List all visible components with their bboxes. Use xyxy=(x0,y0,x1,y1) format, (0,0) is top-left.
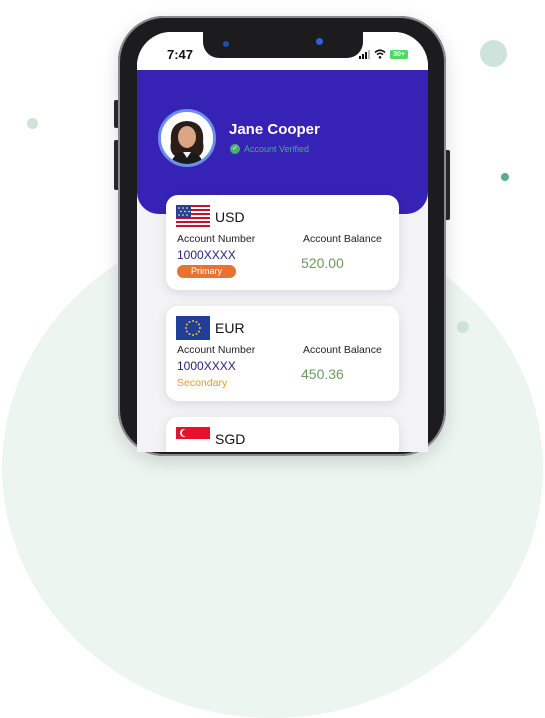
status-icons: 30+ xyxy=(359,48,408,60)
verified-status: ✓ Account Verified xyxy=(230,144,309,154)
status-time: 7:47 xyxy=(167,47,194,62)
decor-dot xyxy=(457,321,469,333)
account-number-label: Account Number xyxy=(177,233,256,245)
sg-flag-icon xyxy=(176,427,210,451)
wifi-icon xyxy=(374,49,386,59)
signal-icon xyxy=(359,49,370,59)
account-card-eur[interactable]: EUR Account Number Account Balance 1000X… xyxy=(166,306,399,401)
status-bar: 7:47 30+ xyxy=(137,32,428,70)
decor-dot xyxy=(480,40,507,67)
currency-code: SGD xyxy=(215,431,246,447)
account-balance: 520.00 xyxy=(301,255,344,271)
account-balance: 450.36 xyxy=(301,366,344,382)
secondary-badge: Secondary xyxy=(177,377,228,389)
decor-dot xyxy=(27,118,38,129)
battery-icon: 30+ xyxy=(390,49,408,59)
account-number-label: Account Number xyxy=(177,344,256,356)
notch xyxy=(203,32,363,58)
currency-code: USD xyxy=(215,209,245,225)
sensor-icon xyxy=(316,38,323,45)
camera-icon xyxy=(223,41,229,47)
us-flag-icon xyxy=(176,205,210,229)
profile-header: Jane Cooper ✓ Account Verified xyxy=(137,70,428,214)
check-circle-icon: ✓ xyxy=(230,144,240,154)
account-card-usd[interactable]: USD Account Number Account Balance 1000X… xyxy=(166,195,399,290)
phone-screen: 7:47 30+ Jane Cooper ✓ Account Verified … xyxy=(137,32,428,452)
decor-dot xyxy=(501,173,509,181)
account-number: 1000XXXX xyxy=(177,248,236,262)
avatar[interactable] xyxy=(158,109,216,167)
account-number: 1000XXXX xyxy=(177,359,236,373)
currency-code: EUR xyxy=(215,320,245,336)
verified-label: Account Verified xyxy=(244,144,310,154)
account-balance-label: Account Balance xyxy=(303,233,382,245)
avatar-image xyxy=(161,112,213,164)
eu-flag-icon xyxy=(176,316,210,340)
user-name: Jane Cooper xyxy=(229,121,320,138)
account-balance-label: Account Balance xyxy=(303,344,382,356)
primary-badge: Primary xyxy=(177,265,236,278)
